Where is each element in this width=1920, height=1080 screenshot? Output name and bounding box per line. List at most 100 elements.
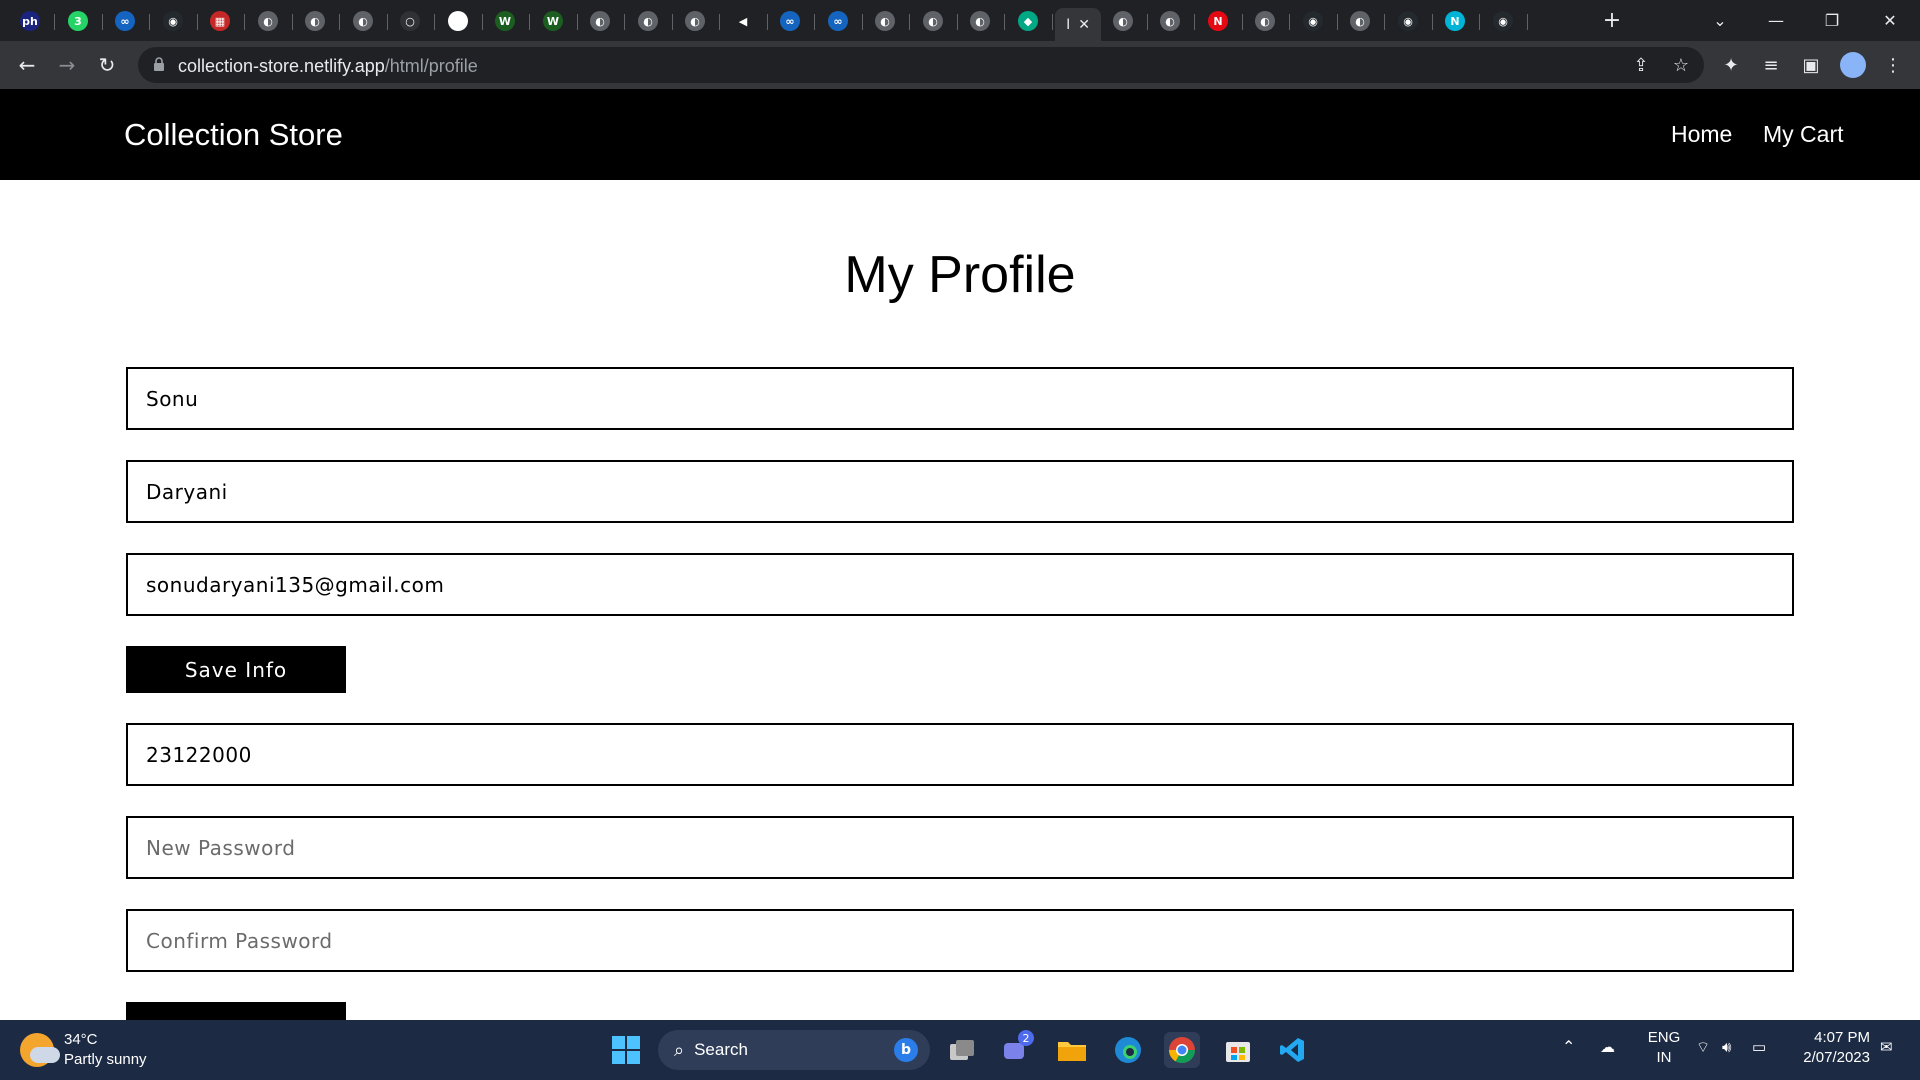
minimize-icon[interactable]: — xyxy=(1756,6,1796,34)
wifi-icon[interactable]: ⌔ xyxy=(1696,1038,1710,1058)
browser-tab[interactable]: ◐ xyxy=(1156,8,1184,34)
browser-tab[interactable]: ◉ xyxy=(1299,8,1327,34)
browser-tab[interactable]: ◐ xyxy=(586,8,614,34)
browser-tab[interactable]: ◐ xyxy=(349,8,377,34)
browser-tab[interactable]: ◉ xyxy=(1489,8,1517,34)
globe-icon: ◐ xyxy=(590,11,610,31)
tab-separator xyxy=(767,14,768,30)
browser-tab[interactable]: ∞ xyxy=(824,8,852,34)
chrome-icon[interactable] xyxy=(1164,1032,1200,1068)
browser-tab[interactable]: ◐ xyxy=(681,8,709,34)
netflix-icon: N xyxy=(1208,11,1228,31)
browser-tab[interactable]: N xyxy=(1441,8,1469,34)
infinity-icon: ∞ xyxy=(780,11,800,31)
new-tab-icon[interactable]: + xyxy=(1592,6,1632,34)
tab-separator xyxy=(719,14,720,30)
language-indicator[interactable]: ENG IN xyxy=(1644,1028,1684,1068)
lock-icon[interactable] xyxy=(154,57,164,71)
nav-cart-link[interactable]: My Cart xyxy=(1763,121,1844,148)
current-password-field[interactable] xyxy=(126,723,1794,786)
edge-icon[interactable] xyxy=(1110,1032,1146,1068)
tab-separator xyxy=(957,14,958,30)
onedrive-alert-icon[interactable]: ☁ xyxy=(1600,1038,1615,1058)
media-control-icon[interactable]: ≡ xyxy=(1756,50,1786,80)
page-title: My Profile xyxy=(844,246,1076,304)
profile-avatar[interactable] xyxy=(1840,52,1866,78)
browser-tab[interactable]: ◐ xyxy=(254,8,282,34)
url-text[interactable]: collection-store.netlify.app/html/profil… xyxy=(178,56,478,77)
nav-home-link[interactable]: Home xyxy=(1671,121,1732,148)
browser-tab[interactable]: N xyxy=(1204,8,1232,34)
browser-tab[interactable]: W xyxy=(539,8,567,34)
browser-tab[interactable]: ph xyxy=(16,8,44,34)
tab-separator xyxy=(54,14,55,30)
share-icon[interactable]: ⇪ xyxy=(1626,50,1656,80)
url-host: collection-store.netlify.app xyxy=(178,56,385,76)
notifications-icon[interactable]: ✉ xyxy=(1880,1038,1893,1058)
weather-widget[interactable]: 34°C Partly sunny xyxy=(20,1030,147,1070)
change-password-button[interactable] xyxy=(126,1002,346,1020)
restore-icon[interactable]: ❐ xyxy=(1812,6,1852,34)
vscode-icon[interactable] xyxy=(1274,1032,1310,1068)
tab-separator xyxy=(149,14,150,30)
task-view-icon[interactable] xyxy=(944,1032,980,1068)
active-browser-tab[interactable]: I ✕ xyxy=(1055,8,1101,41)
taskbar-search-label: Search xyxy=(694,1040,748,1059)
microsoft-store-icon[interactable] xyxy=(1220,1032,1256,1068)
bookmark-star-icon[interactable]: ☆ xyxy=(1666,50,1696,80)
taskbar-search[interactable]: ⌕ Search b xyxy=(658,1030,930,1070)
browser-tab[interactable]: ◐ xyxy=(1109,8,1137,34)
globe-icon: ◐ xyxy=(685,11,705,31)
reload-icon[interactable]: ↻ xyxy=(92,50,122,80)
browser-tab[interactable]: ◐ xyxy=(871,8,899,34)
browser-tab[interactable]: 3 xyxy=(64,8,92,34)
browser-tab[interactable]: ∞ xyxy=(111,8,139,34)
browser-tab[interactable]: ◐ xyxy=(919,8,947,34)
site-brand[interactable]: Collection Store xyxy=(124,117,343,153)
address-bar[interactable]: collection-store.netlify.app/html/profil… xyxy=(138,47,1704,83)
tab-separator xyxy=(529,14,530,30)
confirm-password-field[interactable] xyxy=(126,909,1794,972)
file-explorer-icon[interactable] xyxy=(1054,1032,1090,1068)
globe-icon: ◐ xyxy=(970,11,990,31)
email-field[interactable] xyxy=(126,553,1794,616)
browser-tab[interactable]: ◐ xyxy=(634,8,662,34)
tab-search-icon[interactable]: ⌄ xyxy=(1700,6,1740,34)
globe-icon: ◐ xyxy=(305,11,325,31)
audio-icon: ◀ xyxy=(733,11,753,31)
close-window-icon[interactable]: ✕ xyxy=(1870,6,1910,34)
tab-separator xyxy=(244,14,245,30)
browser-tab[interactable]: ∞ xyxy=(776,8,804,34)
browser-tab[interactable]: ○ xyxy=(396,8,424,34)
extensions-icon[interactable]: ✦ xyxy=(1716,50,1746,80)
close-tab-icon[interactable]: ✕ xyxy=(1078,17,1090,33)
browser-tab[interactable]: ◐ xyxy=(1251,8,1279,34)
last-name-field[interactable] xyxy=(126,460,1794,523)
browser-tab[interactable]: ▦ xyxy=(206,8,234,34)
back-icon[interactable]: ← xyxy=(12,50,42,80)
tray-overflow-icon[interactable]: ⌃ xyxy=(1562,1038,1575,1058)
windows-start-icon[interactable] xyxy=(608,1032,644,1068)
new-password-field[interactable] xyxy=(126,816,1794,879)
browser-tab[interactable]: ◐ xyxy=(301,8,329,34)
menu-kebab-icon[interactable]: ⋮ xyxy=(1878,50,1908,80)
battery-icon[interactable]: ▭ xyxy=(1752,1038,1766,1058)
github-icon: ◉ xyxy=(1493,11,1513,31)
browser-tab[interactable]: ◐ xyxy=(1346,8,1374,34)
side-panel-icon[interactable]: ▣ xyxy=(1796,50,1826,80)
teams-chat-icon[interactable]: 2 xyxy=(998,1030,1034,1068)
browser-tab[interactable]: G xyxy=(444,8,472,34)
browser-tab[interactable]: ◆ xyxy=(1014,8,1042,34)
browser-tab[interactable]: ◐ xyxy=(966,8,994,34)
browser-tab[interactable]: ◀ xyxy=(729,8,757,34)
tab-separator xyxy=(1384,14,1385,30)
browser-tab[interactable]: ◉ xyxy=(159,8,187,34)
blank-icon: ○ xyxy=(400,11,420,31)
forward-icon[interactable]: → xyxy=(52,50,82,80)
browser-tab[interactable]: W xyxy=(491,8,519,34)
clock[interactable]: 4:07 PM 2/07/2023 xyxy=(1790,1028,1870,1068)
volume-icon[interactable]: 🔊︎ xyxy=(1722,1038,1731,1058)
browser-tab[interactable]: ◉ xyxy=(1394,8,1422,34)
first-name-field[interactable] xyxy=(126,367,1794,430)
save-info-button[interactable]: Save Info xyxy=(126,646,346,693)
